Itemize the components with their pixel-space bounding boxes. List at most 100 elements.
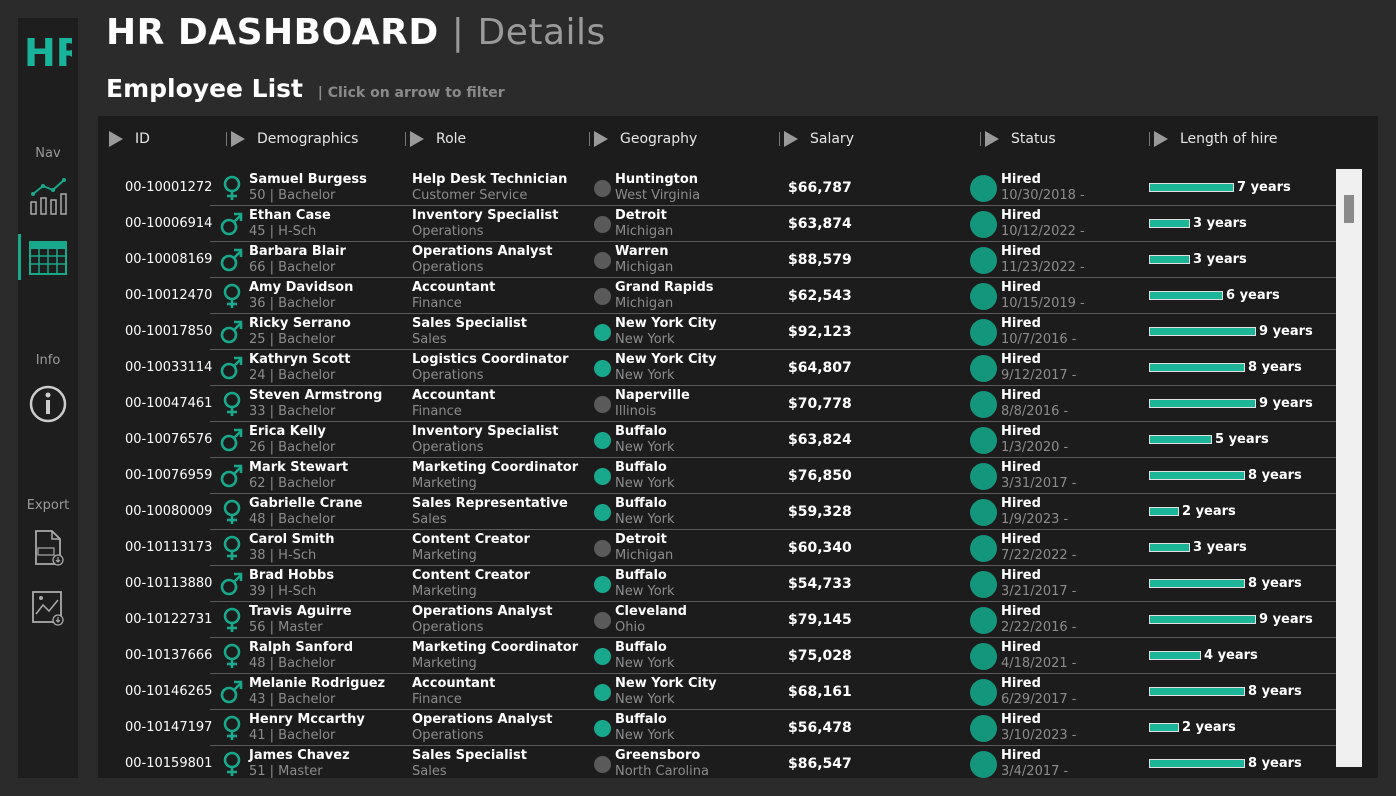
role-cell: Operations Analyst Operations — [412, 712, 552, 744]
filter-arrow-icon[interactable] — [784, 131, 798, 147]
status-dot — [970, 607, 997, 634]
column-header-demographics[interactable]: Demographics — [226, 129, 358, 149]
geography-cell: Buffalo New York — [615, 568, 675, 600]
city: Warren — [615, 244, 669, 259]
years-text: 8 years — [1248, 468, 1302, 483]
length-of-hire-label: 4 years — [1204, 648, 1258, 663]
years-text: 8 years — [1248, 360, 1302, 375]
salary: $86,547 — [788, 756, 852, 772]
status-text: Hired — [1001, 172, 1041, 187]
filter-arrow-icon[interactable] — [231, 131, 245, 147]
state: New York — [615, 368, 675, 383]
status-dot — [970, 535, 997, 562]
info-icon[interactable] — [28, 384, 68, 424]
filter-arrow-icon[interactable] — [594, 131, 608, 147]
demographics-cell: Amy Davidson 36 | Bachelor — [249, 280, 353, 312]
scrollbar-thumb[interactable] — [1344, 195, 1354, 223]
employee-id: 00-10076576 — [125, 432, 213, 447]
male-gender-icon — [220, 464, 243, 488]
demographics-cell: James Chavez 51 | Master — [249, 748, 350, 778]
city: Buffalo — [615, 496, 667, 511]
pdf-export-icon[interactable] — [28, 528, 68, 568]
status-cell: Hired 3/4/2017 - — [1001, 748, 1068, 778]
location-type-dot — [594, 252, 611, 269]
salary: $63,824 — [788, 432, 852, 448]
table-row[interactable]: 00-10113173 Carol Smith 38 | H-Sch Conte… — [98, 530, 1336, 566]
role-cell: Accountant Finance — [412, 280, 495, 312]
table-row[interactable]: 00-10076576 Erica Kelly 26 | Bachelor In… — [98, 422, 1336, 458]
column-header-id[interactable]: ID — [109, 129, 150, 149]
length-of-hire-label: 8 years — [1248, 576, 1302, 591]
demographics-cell: Henry Mccarthy 41 | Bachelor — [249, 712, 365, 744]
table-row[interactable]: 00-10113880 Brad Hobbs 39 | H-Sch Conten… — [98, 566, 1336, 602]
employee-id: 00-10147197 — [125, 720, 213, 735]
location-type-dot — [594, 540, 611, 557]
filter-arrow-icon[interactable] — [109, 131, 123, 147]
table-row[interactable]: 00-10001272 Samuel Burgess 50 | Bachelor… — [98, 170, 1336, 206]
age-education: 56 | Master — [249, 620, 323, 635]
table-row[interactable]: 00-10076959 Mark Stewart 62 | Bachelor M… — [98, 458, 1336, 494]
length-of-hire-bar — [1149, 543, 1190, 552]
city: New York City — [615, 352, 717, 367]
table-row[interactable]: 00-10008169 Barbara Blair 66 | Bachelor … — [98, 242, 1336, 278]
length-of-hire-bar — [1149, 471, 1245, 480]
role-cell: Inventory Specialist Operations — [412, 208, 558, 240]
length-of-hire-bar — [1149, 687, 1245, 696]
employee-id: 00-10017850 — [125, 324, 213, 339]
employee-id: 00-10047461 — [125, 396, 213, 411]
demographics-cell: Barbara Blair 66 | Bachelor — [249, 244, 346, 276]
years-text: 8 years — [1248, 684, 1302, 699]
column-header-role[interactable]: Role — [405, 129, 466, 149]
job-title: Sales Specialist — [412, 748, 527, 763]
table-grid-icon[interactable] — [28, 238, 68, 278]
table-row[interactable]: 00-10146265 Melanie Rodriguez 43 | Bache… — [98, 674, 1336, 710]
male-gender-icon — [220, 356, 243, 380]
state: New York — [615, 512, 675, 527]
trend-chart-icon[interactable] — [28, 176, 68, 216]
vertical-scrollbar[interactable] — [1336, 169, 1362, 767]
department: Marketing — [412, 548, 477, 563]
table-row[interactable]: 00-10047461 Steven Armstrong 33 | Bachel… — [98, 386, 1336, 422]
years-text: 9 years — [1259, 324, 1313, 339]
table-row[interactable]: 00-10159801 James Chavez 51 | Master Sal… — [98, 746, 1336, 778]
column-header-length-of-hire[interactable]: Length of hire — [1149, 129, 1278, 149]
department: Operations — [412, 224, 484, 239]
table-row[interactable]: 00-10006914 Ethan Case 45 | H-Sch Invent… — [98, 206, 1336, 242]
filter-arrow-icon[interactable] — [985, 131, 999, 147]
female-gender-icon — [223, 499, 241, 524]
geography-cell: Huntington West Virginia — [615, 172, 700, 204]
age-education: 66 | Bachelor — [249, 260, 336, 275]
status-dot — [970, 499, 997, 526]
male-gender-icon — [220, 212, 243, 236]
table-row[interactable]: 00-10033114 Kathryn Scott 24 | Bachelor … — [98, 350, 1336, 386]
image-export-icon[interactable] — [28, 588, 68, 628]
state: New York — [615, 584, 675, 599]
demographics-cell: Mark Stewart 62 | Bachelor — [249, 460, 348, 492]
column-header-status[interactable]: Status — [980, 129, 1056, 149]
length-of-hire-label: 5 years — [1215, 432, 1269, 447]
column-header-salary[interactable]: Salary — [779, 129, 854, 149]
status-cell: Hired 10/7/2016 - — [1001, 316, 1076, 348]
demographics-cell: Ricky Serrano 25 | Bachelor — [249, 316, 351, 348]
filter-arrow-icon[interactable] — [410, 131, 424, 147]
length-of-hire-label: 6 years — [1226, 288, 1280, 303]
table-row[interactable]: 00-10017850 Ricky Serrano 25 | Bachelor … — [98, 314, 1336, 350]
status-cell: Hired 11/23/2022 - — [1001, 244, 1085, 276]
location-type-dot — [594, 432, 611, 449]
table-row[interactable]: 00-10122731 Travis Aguirre 56 | Master O… — [98, 602, 1336, 638]
demographics-cell: Melanie Rodriguez 43 | Bachelor — [249, 676, 385, 708]
geography-cell: Greensboro North Carolina — [615, 748, 709, 778]
table-row[interactable]: 00-10147197 Henry Mccarthy 41 | Bachelor… — [98, 710, 1336, 746]
column-header-geography[interactable]: Geography — [589, 129, 697, 149]
table-row[interactable]: 00-10080009 Gabrielle Crane 48 | Bachelo… — [98, 494, 1336, 530]
table-row[interactable]: 00-10012470 Amy Davidson 36 | Bachelor A… — [98, 278, 1336, 314]
city: Cleveland — [615, 604, 687, 619]
demographics-cell: Carol Smith 38 | H-Sch — [249, 532, 334, 564]
job-title: Operations Analyst — [412, 604, 553, 619]
filter-arrow-icon[interactable] — [1154, 131, 1168, 147]
table-row[interactable]: 00-10137666 Ralph Sanford 48 | Bachelor … — [98, 638, 1336, 674]
years-text: 7 years — [1237, 180, 1291, 195]
status-text: Hired — [1001, 388, 1041, 403]
salary: $79,145 — [788, 612, 852, 628]
city: Buffalo — [615, 568, 667, 583]
